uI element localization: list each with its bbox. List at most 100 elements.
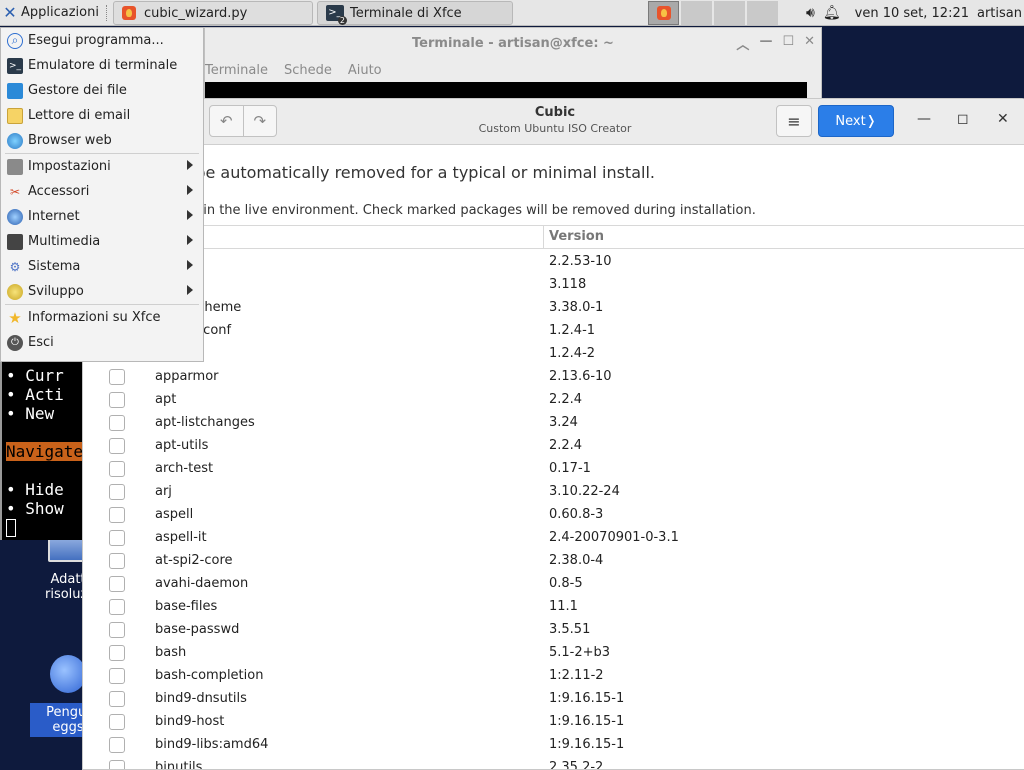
table-row[interactable]: aspell 0.60.8-3 — [83, 504, 1024, 527]
column-header-version[interactable]: Version — [549, 229, 604, 244]
menu-item[interactable]: ⌕ Esegui programma... — [1, 28, 203, 53]
menu-item[interactable]: ⚙ Sistema — [1, 254, 203, 279]
table-row[interactable]: bind9-libs:amd64 1:9.16.15-1 — [83, 734, 1024, 757]
table-row[interactable]: avahi-daemon 0.8-5 — [83, 573, 1024, 596]
table-row[interactable]: bind9-dnsutils 1:9.16.15-1 — [83, 688, 1024, 711]
clock[interactable]: ven 10 set, 12:21 — [855, 6, 969, 21]
cubic-headerbar[interactable]: ↶ ↷ Cubic Custom Ubuntu ISO Creator ≡ Ne… — [83, 99, 1024, 145]
submenu-arrow-icon — [187, 285, 193, 295]
package-checkbox[interactable] — [109, 714, 125, 730]
minimize-icon[interactable]: — — [917, 111, 931, 127]
package-name: bind9-host — [155, 714, 225, 729]
table-row[interactable]: pology-conf1.2.4-1 — [83, 320, 1024, 343]
terminal-icon: >_ 2 — [325, 5, 347, 25]
notification-bell-icon[interactable]: 🔔︎ — [823, 5, 841, 21]
table-row[interactable]: bash-completion 1:2.11-2 — [83, 665, 1024, 688]
package-name: apt-utils — [155, 438, 209, 453]
table-row[interactable]: binutils 2.35.2-2 — [83, 757, 1024, 769]
table-row[interactable]: 2.2.53-10 — [83, 251, 1024, 274]
menu-item[interactable]: Multimedia — [1, 229, 203, 254]
table-row[interactable]: a-icon-theme3.38.0-1 — [83, 297, 1024, 320]
cubic-app-icon — [656, 6, 671, 20]
table-row[interactable]: m-conf1.2.4-2 — [83, 343, 1024, 366]
user-name[interactable]: artisan — [977, 6, 1022, 21]
workspace-2[interactable] — [681, 1, 712, 25]
system-icon: ⚙ — [9, 259, 21, 274]
menu-schede[interactable]: Schede — [284, 63, 332, 78]
package-checkbox[interactable] — [109, 668, 125, 684]
close-icon[interactable]: ✕ — [804, 34, 815, 53]
menu-item[interactable]: >_ Emulatore di terminale — [1, 53, 203, 78]
table-row[interactable]: 3.118 — [83, 274, 1024, 297]
terminal-line: • Acti — [6, 385, 64, 404]
table-row[interactable]: arch-test 0.17-1 — [83, 458, 1024, 481]
package-version: 1.2.4-2 — [549, 346, 596, 361]
maximize-icon[interactable]: ☐ — [782, 34, 794, 53]
menu-item[interactable]: Lettore di email — [1, 103, 203, 128]
hamburger-menu-button[interactable]: ≡ — [776, 105, 812, 137]
workspace-1[interactable] — [648, 1, 679, 25]
package-checkbox[interactable] — [109, 622, 125, 638]
close-icon[interactable]: ✕ — [997, 111, 1009, 127]
package-checkbox[interactable] — [109, 553, 125, 569]
table-row[interactable]: at-spi2-core 2.38.0-4 — [83, 550, 1024, 573]
package-checkbox[interactable] — [109, 392, 125, 408]
next-button[interactable]: Next❭ — [818, 105, 894, 137]
menu-item[interactable]: Internet — [1, 204, 203, 229]
terminal-titlebar[interactable]: Terminale - artisan@xfce: ~ ︿ — ☐ ✕ — [205, 28, 821, 58]
package-version: 0.60.8-3 — [549, 507, 604, 522]
table-row[interactable]: bind9-host 1:9.16.15-1 — [83, 711, 1024, 734]
package-checkbox[interactable] — [109, 507, 125, 523]
menu-item-label: Emulatore di terminale — [28, 58, 178, 73]
column-divider[interactable] — [543, 226, 544, 249]
menu-item[interactable]: Impostazioni — [1, 154, 203, 179]
menu-item[interactable]: ⏻ Esci — [1, 330, 203, 355]
package-checkbox[interactable] — [109, 438, 125, 454]
package-checkbox[interactable] — [109, 530, 125, 546]
maximize-icon[interactable]: ◻ — [957, 111, 969, 127]
package-name: apt-listchanges — [155, 415, 255, 430]
taskbar-item-cubic[interactable]: cubic_wizard.py — [112, 1, 313, 25]
table-row[interactable]: base-passwd 3.5.51 — [83, 619, 1024, 642]
table-row[interactable]: arj 3.10.22-24 — [83, 481, 1024, 504]
table-row[interactable]: apt-utils 2.2.4 — [83, 435, 1024, 458]
package-version: 2.38.0-4 — [549, 553, 604, 568]
package-name: at-spi2-core — [155, 553, 233, 568]
package-checkbox[interactable] — [109, 737, 125, 753]
package-checkbox[interactable] — [109, 691, 125, 707]
table-row[interactable]: apparmor 2.13.6-10 — [83, 366, 1024, 389]
package-checkbox[interactable] — [109, 645, 125, 661]
package-checkbox[interactable] — [109, 576, 125, 592]
package-checkbox[interactable] — [109, 369, 125, 385]
collapse-icon[interactable]: ︿ — [736, 34, 749, 53]
terminal-output-visible[interactable]: • Curr • Acti • New Navigate • Hide • Sh… — [0, 362, 88, 540]
menu-terminale[interactable]: Terminale — [205, 63, 268, 78]
package-checkbox[interactable] — [109, 484, 125, 500]
menu-aiuto[interactable]: Aiuto — [348, 63, 382, 78]
package-checkbox[interactable] — [109, 415, 125, 431]
menu-item-label: Esci — [28, 335, 54, 350]
minimize-icon[interactable]: — — [759, 34, 772, 53]
terminal-line: • New — [6, 404, 55, 423]
applications-menu-button[interactable]: ✕ Applicazioni — [0, 0, 103, 26]
table-row[interactable]: base-files 11.1 — [83, 596, 1024, 619]
workspace-3[interactable] — [714, 1, 745, 25]
package-checkbox[interactable] — [109, 461, 125, 477]
workspace-4[interactable] — [747, 1, 778, 25]
menu-item[interactable]: Gestore dei file — [1, 78, 203, 103]
menu-item[interactable]: Sviluppo — [1, 279, 203, 304]
menu-item[interactable]: ✂ Accessori — [1, 179, 203, 204]
package-checkbox[interactable] — [109, 599, 125, 615]
table-row[interactable]: apt 2.2.4 — [83, 389, 1024, 412]
taskbar-item-terminal[interactable]: >_ 2 Terminale di Xfce — [316, 1, 513, 25]
package-version: 1:9.16.15-1 — [549, 714, 625, 729]
table-row[interactable]: apt-listchanges 3.24 — [83, 412, 1024, 435]
volume-icon[interactable]: 🔊︎ — [806, 5, 815, 21]
menu-item[interactable]: Browser web — [1, 128, 203, 153]
terminal-icon: >_ — [7, 57, 23, 74]
menu-item[interactable]: ★ Informazioni su Xfce — [1, 305, 203, 330]
table-row[interactable]: aspell-it 2.4-20070901-0-3.1 — [83, 527, 1024, 550]
table-row[interactable]: bash 5.1-2+b3 — [83, 642, 1024, 665]
package-checkbox[interactable] — [109, 760, 125, 769]
menu-item-label: Accessori — [28, 184, 90, 199]
